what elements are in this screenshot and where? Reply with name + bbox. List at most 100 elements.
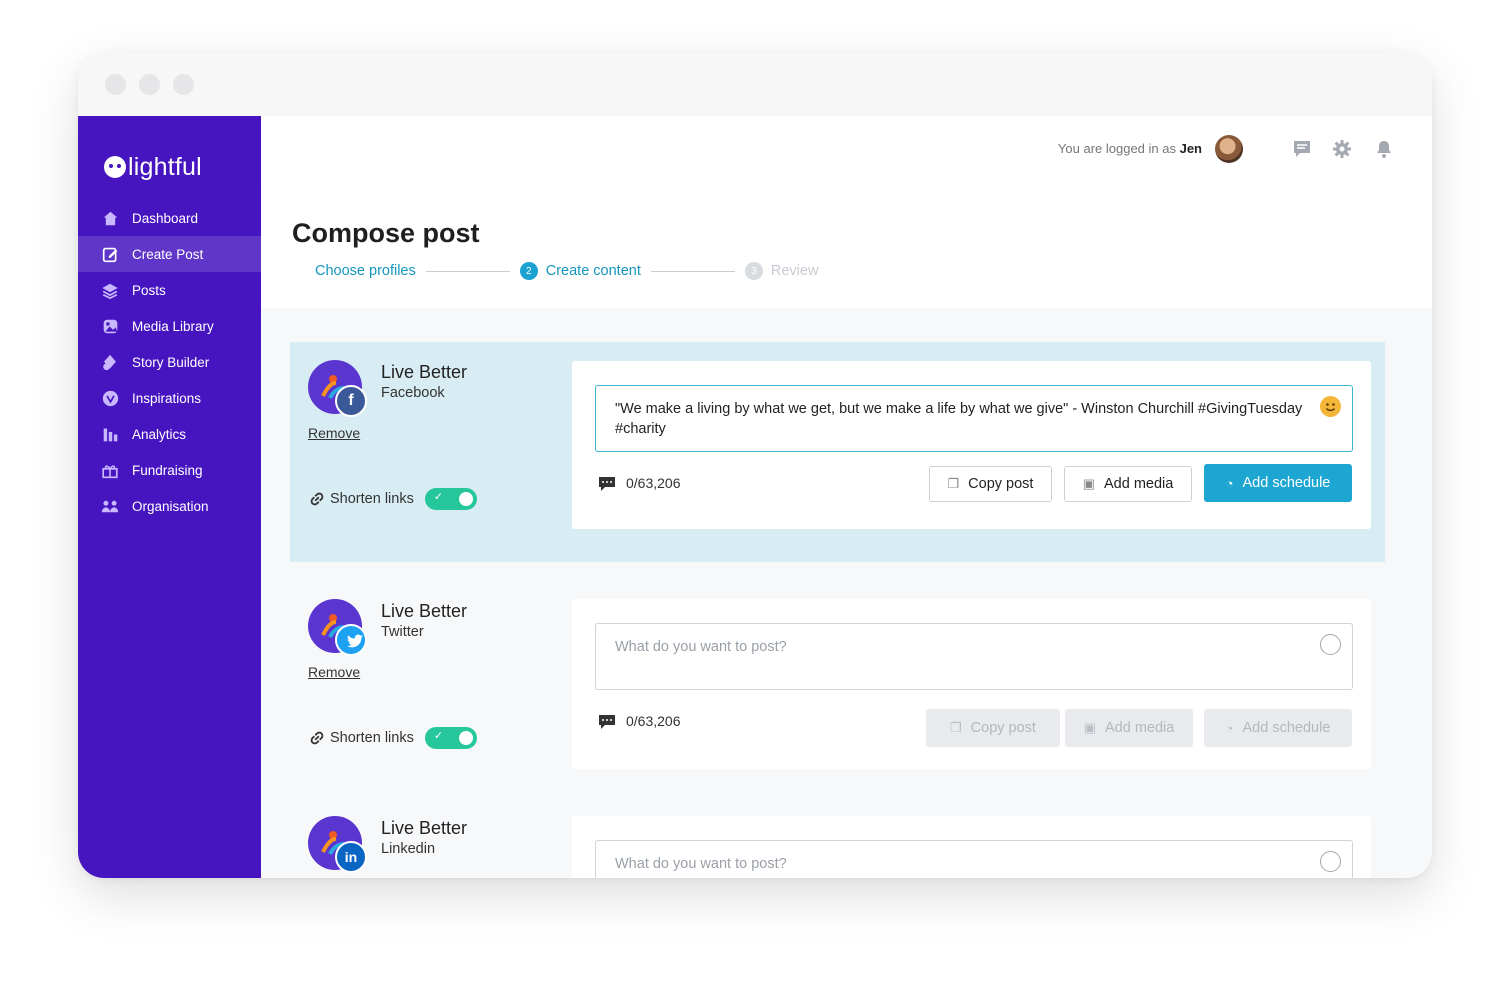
sidebar: lightful Dashboard Create Post Posts Med…	[78, 116, 261, 878]
sidebar-item-label: Dashboard	[132, 210, 199, 226]
sidebar-item-label: Create Post	[132, 246, 204, 262]
sidebar-item-label: Fundraising	[132, 462, 203, 478]
post-textarea[interactable]: What do you want to post?	[595, 840, 1353, 878]
remove-profile-link[interactable]: Remove	[308, 425, 360, 441]
profile-avatar: in	[308, 816, 367, 873]
image-icon: ▣	[1083, 720, 1096, 735]
emoji-icon[interactable]	[1320, 634, 1341, 655]
sidebar-item-dashboard[interactable]: Dashboard	[78, 200, 261, 236]
step-create-content[interactable]: 2 Create content	[519, 262, 641, 280]
remove-profile-link[interactable]: Remove	[308, 664, 360, 680]
sidebar-item-label: Posts	[132, 282, 166, 298]
profile-network: Facebook	[381, 385, 445, 401]
lightful-logo[interactable]: lightful	[104, 150, 202, 184]
shorten-links-control: Shorten links ✓	[308, 488, 477, 510]
settings-gear-icon[interactable]	[1331, 138, 1353, 160]
counter-value: 0/63,206	[626, 475, 681, 491]
step-connector	[425, 270, 510, 272]
app-window: lightful Dashboard Create Post Posts Med…	[78, 52, 1432, 878]
step-label: Create content	[545, 263, 641, 279]
post-textarea[interactable]: "We make a living by what we get, but we…	[595, 385, 1353, 452]
check-icon: ✓	[433, 730, 444, 742]
post-placeholder: What do you want to post?	[615, 639, 787, 655]
user-name: Jen	[1179, 141, 1202, 156]
sidebar-item-story-builder[interactable]: Story Builder	[78, 344, 261, 380]
shorten-links-control: Shorten links ✓	[308, 727, 477, 749]
edit-icon	[101, 245, 119, 263]
step-label: Review	[770, 263, 819, 279]
image-icon	[101, 317, 119, 335]
notifications-bell-icon[interactable]	[1373, 138, 1395, 160]
check-icon: ✓	[433, 491, 444, 503]
add-media-button[interactable]: ▣ Add media	[1064, 466, 1192, 502]
sidebar-item-label: Inspirations	[132, 390, 202, 406]
sidebar-item-label: Media Library	[132, 318, 214, 334]
twitter-icon	[335, 624, 367, 656]
post-editor: What do you want to post?	[572, 816, 1371, 878]
post-placeholder: What do you want to post?	[615, 856, 787, 872]
post-text: "We make a living by what we get, but we…	[615, 401, 1303, 437]
sidebar-item-label: Organisation	[132, 498, 209, 514]
topbar: You are logged in as Jen	[261, 116, 1432, 182]
logo-text: lightful	[128, 152, 202, 181]
logged-in-text: You are logged in as Jen	[1058, 141, 1202, 156]
profile-network: Twitter	[381, 624, 424, 640]
shorten-links-toggle[interactable]: ✓	[424, 727, 477, 749]
logged-in-prefix: You are logged in as	[1057, 141, 1180, 156]
image-icon: ▣	[1082, 476, 1095, 491]
emoji-icon[interactable]	[1320, 396, 1341, 417]
copy-post-button[interactable]: ❐ Copy post	[926, 709, 1060, 747]
sidebar-item-media-library[interactable]: Media Library	[78, 308, 261, 344]
post-editor: "We make a living by what we get, but we…	[572, 361, 1371, 529]
profile-network: Linkedin	[381, 841, 436, 857]
window-close-dot[interactable]	[105, 74, 126, 95]
window-minimize-dot[interactable]	[139, 74, 160, 95]
copy-icon: ❐	[950, 720, 962, 735]
sidebar-item-label: Story Builder	[132, 354, 210, 370]
messages-icon[interactable]	[1291, 138, 1313, 160]
window-titlebar	[78, 52, 1432, 116]
compose-page: Compose post Choose profiles 2 Create co…	[261, 182, 1432, 878]
home-icon	[101, 209, 119, 227]
copy-icon: ❐	[947, 476, 960, 491]
post-textarea[interactable]: What do you want to post?	[595, 623, 1353, 690]
copy-post-button[interactable]: ❐ Copy post	[929, 466, 1052, 502]
post-card-twitter: Live Better Twitter Remove Shorten links…	[290, 581, 1385, 781]
heart-icon	[101, 389, 119, 407]
link-icon	[310, 731, 324, 745]
step-review: 3 Review	[744, 262, 819, 280]
profile-name: Live Better	[381, 362, 468, 382]
add-media-button[interactable]: ▣ Add media	[1065, 709, 1193, 747]
progress-steps: Choose profiles 2 Create content 3 Revie…	[315, 262, 818, 280]
clock-icon: ◔	[1225, 720, 1234, 736]
clock-icon: ◔	[1225, 475, 1234, 491]
sidebar-item-fundraising[interactable]: Fundraising	[78, 452, 261, 488]
window-maximize-dot[interactable]	[173, 74, 194, 95]
profile-name: Live Better	[381, 818, 468, 838]
sidebar-item-create-post[interactable]: Create Post	[78, 236, 261, 272]
logo-face-icon	[104, 156, 126, 178]
sidebar-item-posts[interactable]: Posts	[78, 272, 261, 308]
step-choose-profiles[interactable]: Choose profiles	[315, 263, 416, 279]
step-number: 2	[519, 262, 538, 280]
page-title: Compose post	[292, 218, 480, 248]
profile-avatar	[308, 599, 367, 656]
sidebar-item-organisation[interactable]: Organisation	[78, 488, 261, 524]
shorten-links-toggle[interactable]: ✓	[424, 488, 477, 510]
sidebar-item-inspirations[interactable]: Inspirations	[78, 380, 261, 416]
post-card-linkedin: in Live Better Linkedin What do you want…	[290, 798, 1385, 878]
shapes-icon	[101, 353, 119, 371]
comment-icon	[599, 715, 615, 729]
character-counter: 0/63,206	[597, 711, 681, 731]
counter-value: 0/63,206	[626, 713, 681, 729]
add-schedule-button[interactable]: ◔ Add schedule	[1204, 709, 1352, 747]
sidebar-item-label: Analytics	[132, 426, 187, 442]
users-icon	[101, 497, 119, 515]
add-schedule-button[interactable]: ◔ Add schedule	[1204, 464, 1352, 502]
comment-icon	[599, 477, 615, 491]
sidebar-item-analytics[interactable]: Analytics	[78, 416, 261, 452]
emoji-icon[interactable]	[1320, 851, 1341, 872]
profile-avatar: f	[308, 360, 367, 417]
link-icon	[310, 492, 324, 506]
user-avatar[interactable]	[1215, 135, 1243, 163]
